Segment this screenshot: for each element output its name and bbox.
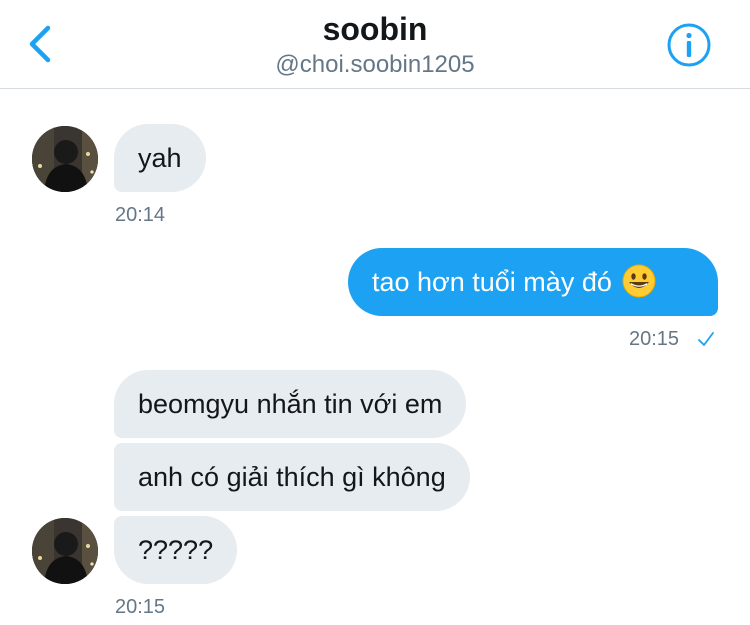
avatar[interactable] bbox=[32, 518, 98, 584]
message-bubble-incoming[interactable]: ????? bbox=[114, 516, 238, 584]
message-bubble-incoming[interactable]: anh có giải thích gì không bbox=[114, 443, 470, 511]
message-bubble-incoming[interactable]: beomgyu nhắn tin với em bbox=[114, 370, 467, 438]
message-bubble-outgoing[interactable]: tao hơn tuổi mày đó bbox=[348, 248, 718, 316]
message-text: anh có giải thích gì không bbox=[138, 462, 446, 492]
avatar[interactable] bbox=[32, 126, 98, 192]
message-timestamp: 20:15 bbox=[115, 596, 166, 618]
grinning-face-emoji-icon bbox=[622, 264, 656, 298]
conversation-header: soobin @choi.soobin1205 bbox=[0, 0, 750, 89]
message-text: yah bbox=[138, 143, 182, 173]
avatar-image bbox=[32, 518, 98, 584]
message-text: ????? bbox=[138, 535, 214, 565]
message-text: tao hơn tuổi mày đó bbox=[372, 267, 612, 297]
message-bubble-incoming[interactable]: yah bbox=[114, 124, 206, 192]
sent-check-icon bbox=[698, 332, 714, 346]
conversation-title: soobin bbox=[322, 11, 428, 47]
user-handle: @choi.soobin1205 bbox=[275, 51, 475, 78]
message-timestamp: 20:15 bbox=[629, 328, 680, 350]
info-circle-icon bbox=[667, 23, 711, 67]
info-button[interactable] bbox=[666, 22, 712, 68]
message-text: beomgyu nhắn tin với em bbox=[138, 389, 443, 419]
message-timestamp: 20:14 bbox=[115, 204, 166, 226]
avatar-image bbox=[32, 126, 98, 192]
